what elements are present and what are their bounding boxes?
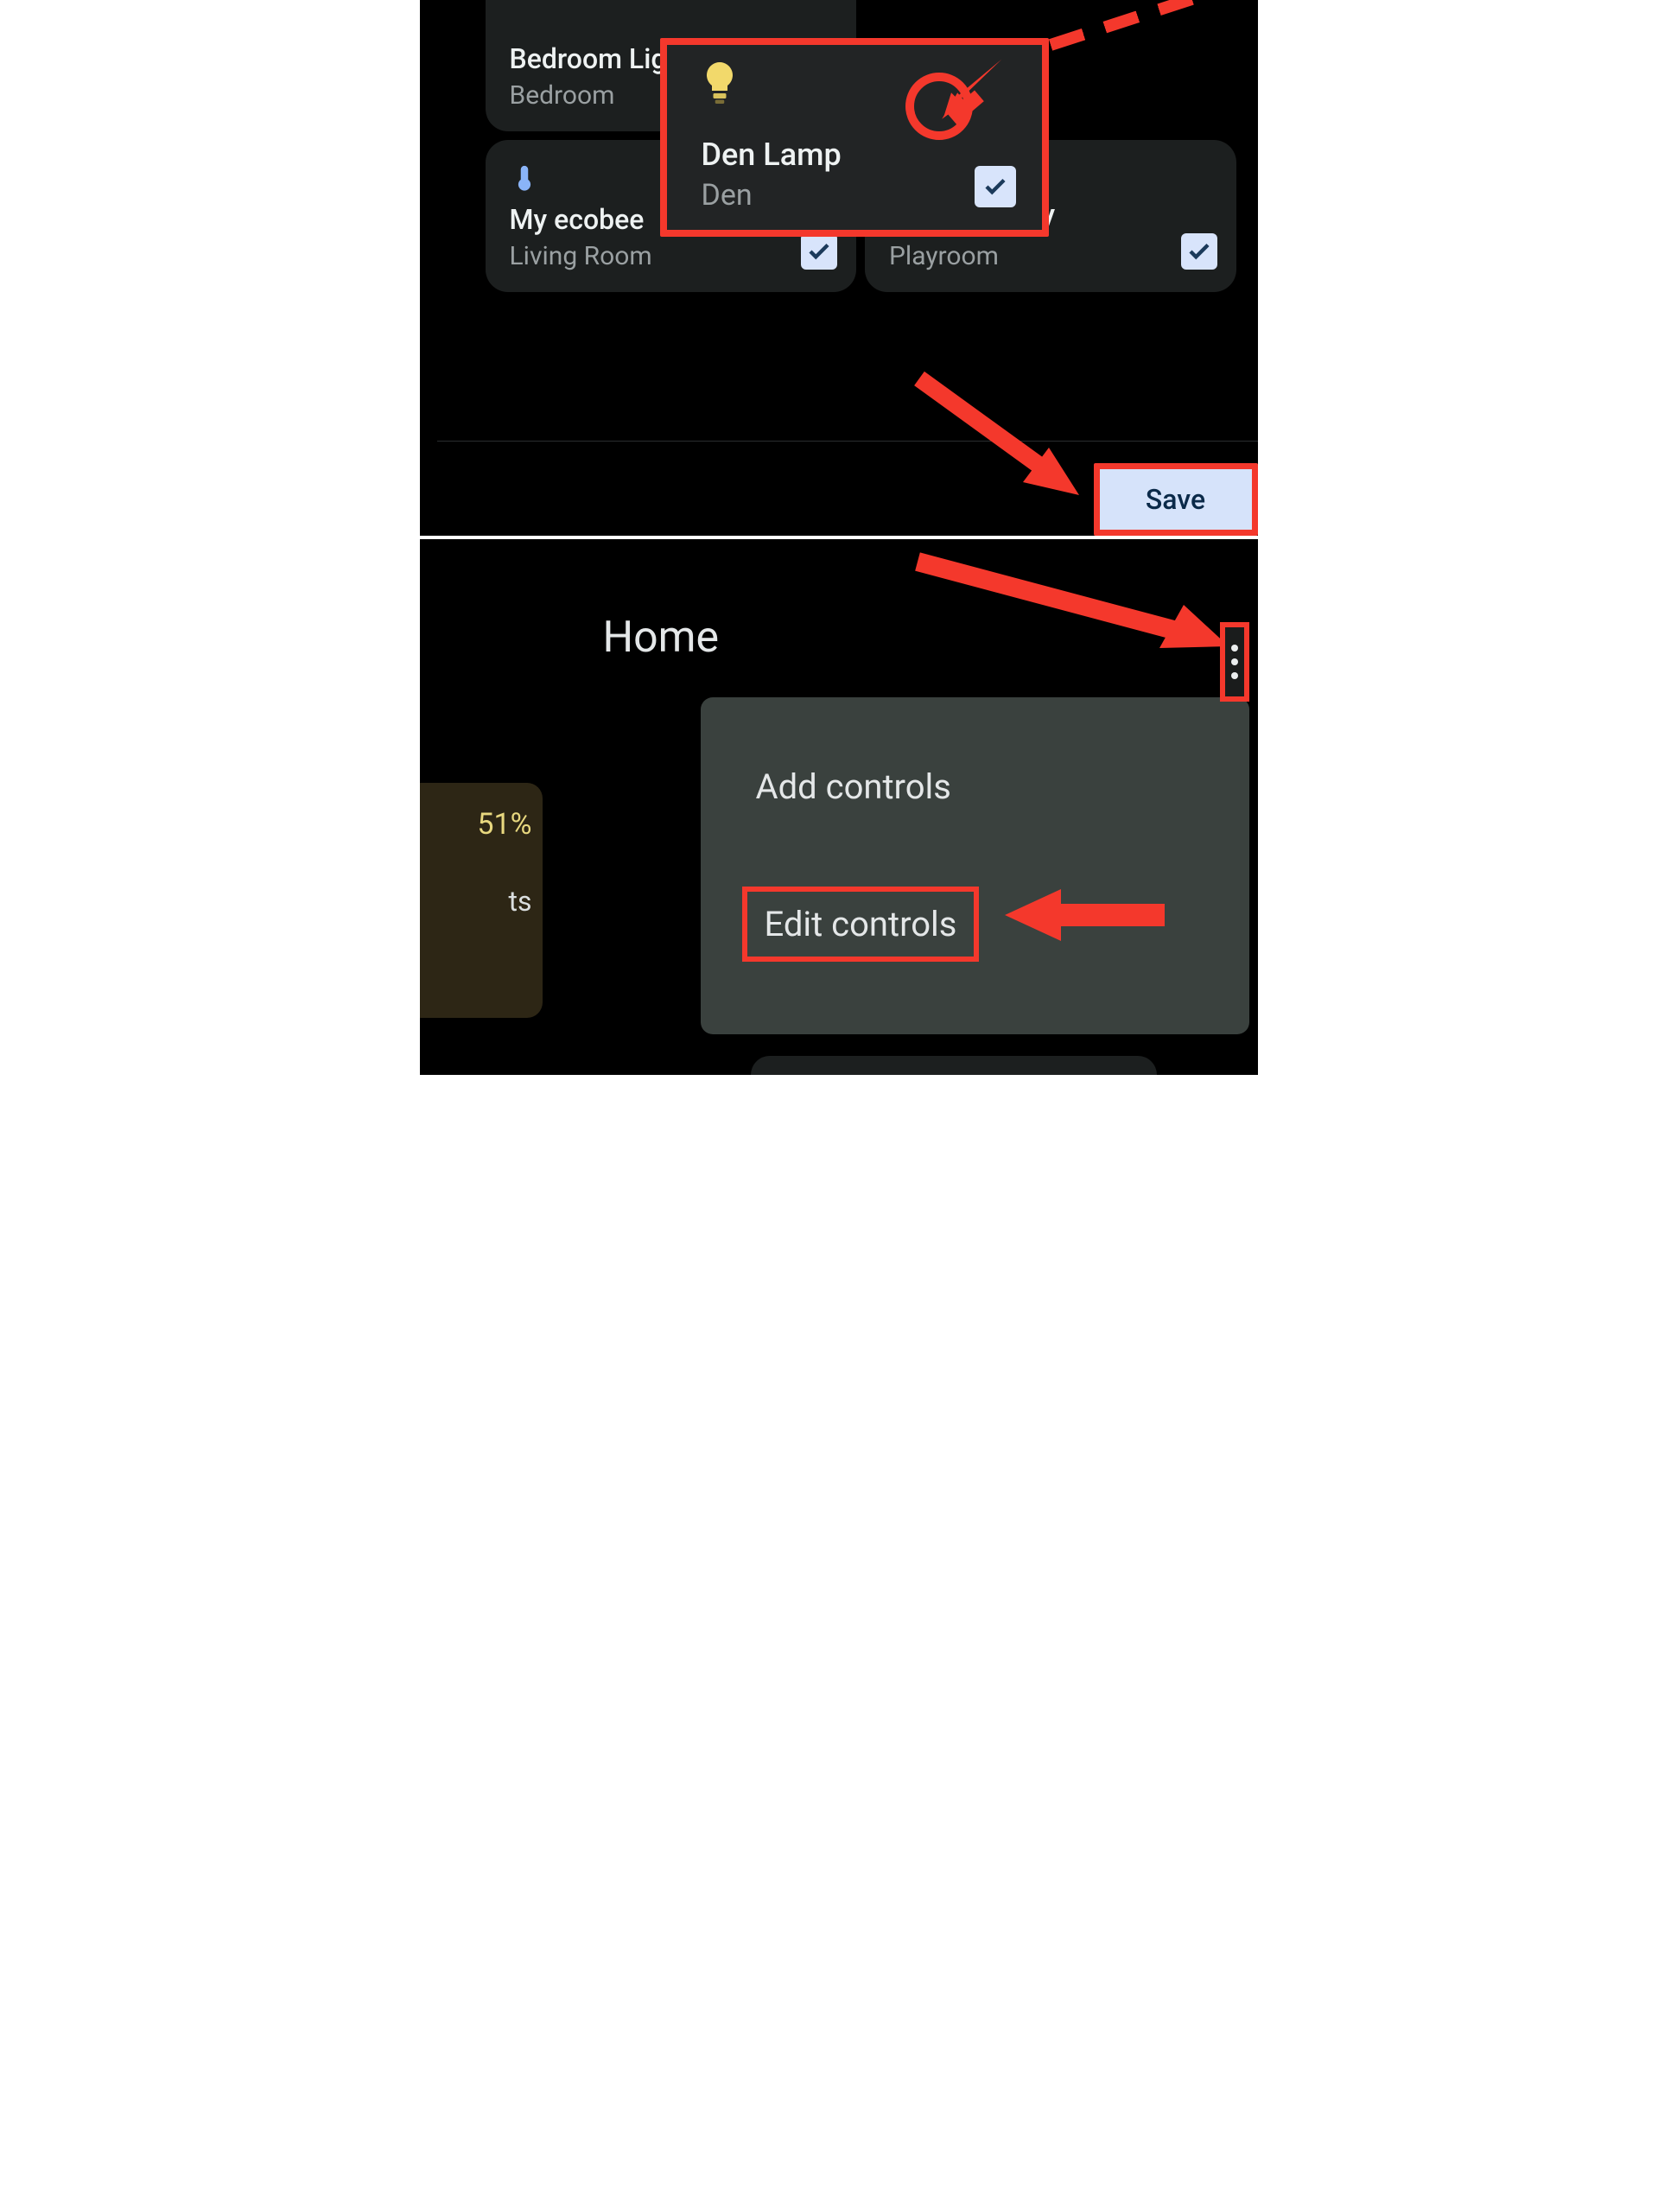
lightbulb-icon [703, 62, 736, 104]
thermo-icon [510, 163, 539, 193]
device-card-cropped[interactable]: 51% ts [420, 783, 543, 1018]
card-room: Playroom [889, 241, 1212, 271]
kebab-menu-icon[interactable] [1220, 622, 1249, 702]
card-edge [751, 1056, 1157, 1075]
annotation-arrow-icon [900, 544, 1246, 665]
save-button-label: Save [1146, 483, 1205, 516]
menu-item-edit-controls[interactable]: Edit controls [742, 887, 980, 962]
save-button[interactable]: Save [1094, 463, 1258, 536]
percent-label: 51% [420, 807, 532, 842]
device-card-den-lamp[interactable]: Den Lamp Den [660, 38, 1049, 237]
page-title: Home [603, 613, 720, 663]
card-name: Den Lamp [702, 137, 1016, 173]
cropped-suffix: ts [420, 885, 532, 918]
checkbox-checked-icon[interactable] [975, 166, 1016, 207]
annotation-arrow-icon [928, 55, 1006, 133]
annotation-arrow-icon [1000, 876, 1173, 954]
card-room: Living Room [510, 241, 833, 271]
menu-item-add-controls[interactable]: Add controls [742, 756, 965, 817]
card-room: Den [702, 178, 1016, 213]
annotation-arrow-icon [906, 365, 1105, 512]
checkbox-checked-icon[interactable] [801, 233, 837, 270]
checkbox-checked-icon[interactable] [1181, 233, 1217, 270]
overflow-menu: Add controls Edit controls [701, 697, 1249, 1034]
